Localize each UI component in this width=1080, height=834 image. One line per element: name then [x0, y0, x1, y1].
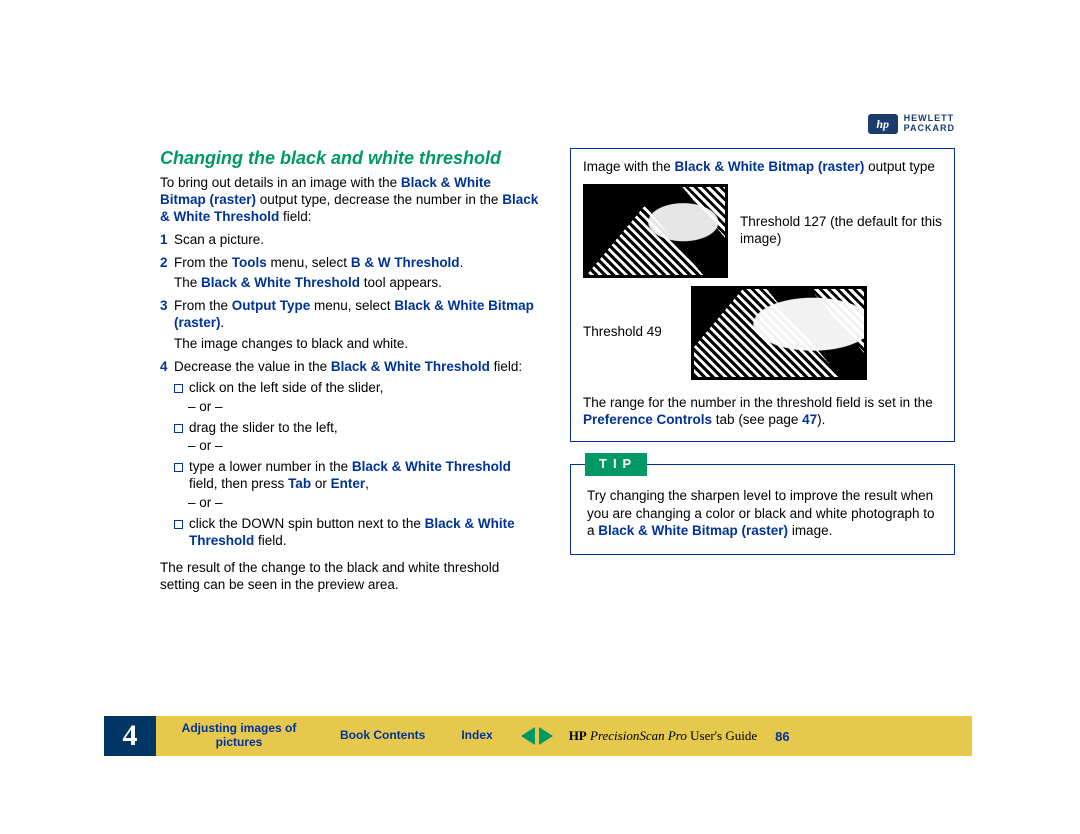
bullet-4: click the DOWN spin button next to the B… — [174, 516, 540, 550]
or-3: – or – — [188, 495, 540, 512]
footer-section-link[interactable]: Adjusting images of pictures — [156, 722, 322, 750]
square-bullet-icon — [174, 384, 183, 393]
square-bullet-icon — [174, 520, 183, 529]
footer-bar: 4 Adjusting images of pictures Book Cont… — [104, 716, 972, 756]
page-47-link[interactable]: 47 — [802, 412, 817, 427]
bullet-3: type a lower number in the Black & White… — [174, 459, 540, 493]
book-contents-link[interactable]: Book Contents — [322, 729, 443, 743]
left-column: Changing the black and white threshold T… — [160, 148, 540, 593]
section-title: Changing the black and white threshold — [160, 148, 540, 169]
step-3-sub: The image changes to black and white. — [174, 336, 540, 353]
square-bullet-icon — [174, 424, 183, 433]
bullet-1: click on the left side of the slider, — [174, 380, 540, 397]
tip-label: TIP — [585, 453, 647, 476]
or-1: – or – — [188, 399, 540, 416]
example-heading: Image with the Black & White Bitmap (ras… — [583, 159, 942, 176]
example-row-2: Threshold 49 — [583, 286, 942, 380]
example-row-1: Threshold 127 (the default for this imag… — [583, 184, 942, 278]
or-2: – or – — [188, 438, 540, 455]
content-columns: Changing the black and white threshold T… — [160, 148, 955, 593]
step-2-sub: The Black & White Threshold tool appears… — [174, 275, 540, 292]
hp-logo-text: hp — [876, 117, 889, 132]
guide-title: HP PrecisionScan Pro User's Guide — [563, 728, 757, 744]
right-column: Image with the Black & White Bitmap (ras… — [570, 148, 955, 593]
range-text: The range for the number in the threshol… — [583, 394, 942, 429]
page-number: 86 — [757, 729, 803, 744]
index-link[interactable]: Index — [443, 729, 510, 743]
hp-logo-wordmark: HEWLETT PACKARD — [904, 114, 955, 134]
chapter-number: 4 — [104, 716, 156, 756]
intro-text: To bring out details in an image with th… — [160, 175, 540, 226]
next-page-arrow-icon[interactable] — [539, 727, 553, 745]
threshold-49-label: Threshold 49 — [583, 324, 679, 341]
prev-page-arrow-icon[interactable] — [521, 727, 535, 745]
bullet-2: drag the slider to the left, — [174, 420, 540, 437]
nav-arrows — [511, 727, 563, 745]
threshold-127-image — [583, 184, 728, 278]
hp-logo: hp HEWLETT PACKARD — [868, 114, 955, 134]
hp-logo-mark: hp — [868, 114, 898, 134]
footer-yellow-bar: Adjusting images of pictures Book Conten… — [156, 716, 972, 756]
example-box: Image with the Black & White Bitmap (ras… — [570, 148, 955, 442]
threshold-49-image — [691, 286, 867, 380]
step-1: 1 Scan a picture. — [160, 232, 540, 249]
step-3: 3 From the Output Type menu, select Blac… — [160, 298, 540, 332]
square-bullet-icon — [174, 463, 183, 472]
tip-box: TIP Try changing the sharpen level to im… — [570, 464, 955, 555]
result-text: The result of the change to the black an… — [160, 560, 540, 594]
page: hp HEWLETT PACKARD Changing the black an… — [0, 0, 1080, 834]
threshold-127-label: Threshold 127 (the default for this imag… — [740, 214, 942, 248]
step-4: 4 Decrease the value in the Black & Whit… — [160, 359, 540, 376]
step-2: 2 From the Tools menu, select B & W Thre… — [160, 255, 540, 272]
